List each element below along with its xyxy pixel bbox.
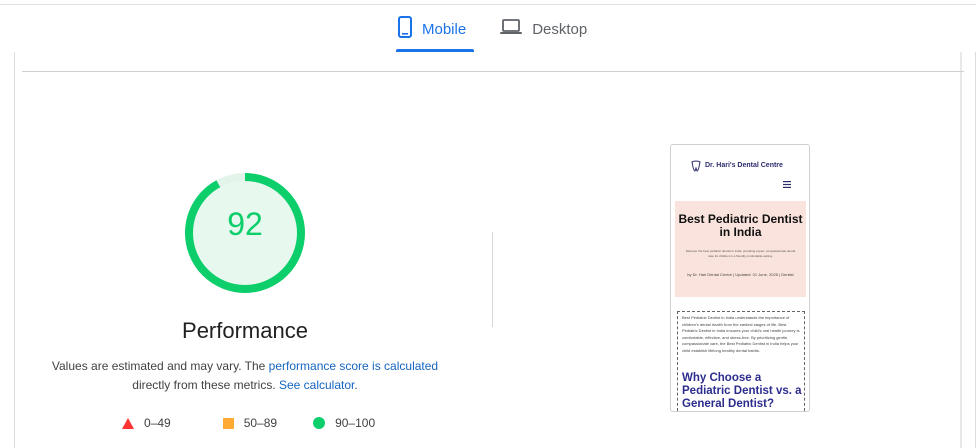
performance-score-link[interactable]: performance score is calculated xyxy=(269,359,438,373)
legend-label-average: 50–89 xyxy=(243,416,278,430)
performance-score: 92 xyxy=(227,206,263,242)
top-divider xyxy=(0,4,976,5)
vertical-divider xyxy=(492,232,493,327)
preview-hero-subtitle: Discover the best pediatric dentist in I… xyxy=(685,249,796,258)
panel-edge xyxy=(960,52,962,448)
device-tabs: Mobile Desktop xyxy=(396,14,589,44)
desc-suffix: . xyxy=(354,378,358,392)
preview-body-text: Best Pediatric Dentist in India understa… xyxy=(682,315,800,353)
tab-mobile-label: Mobile xyxy=(422,20,467,38)
legend-item-fail: 0–49 xyxy=(122,416,171,430)
hamburger-icon xyxy=(783,181,791,190)
see-calculator-link[interactable]: See calculator xyxy=(279,378,354,392)
performance-title: Performance xyxy=(182,318,308,343)
desc-mid: directly from these metrics. xyxy=(132,378,279,392)
laptop-icon xyxy=(500,19,523,39)
tooth-logo-icon xyxy=(691,159,701,172)
smartphone-icon xyxy=(398,16,412,42)
performance-description: Values are estimated and may vary. The p… xyxy=(40,357,450,395)
preview-logo-text: Dr. Hari's Dental Centre xyxy=(705,161,783,169)
square-icon xyxy=(222,417,234,429)
score-legend: 0–49 50–89 90–100 xyxy=(122,416,375,430)
preview-hero-meta: by Dr. Hari Dental Centre | Updated: 01 … xyxy=(687,272,794,277)
panel-divider xyxy=(22,71,964,72)
tab-desktop[interactable]: Desktop xyxy=(498,14,589,44)
preview-content: Best Pediatric Dentist in India understa… xyxy=(677,311,805,411)
preview-hero-title: Best Pediatric Dentist in India xyxy=(678,212,803,239)
circle-icon xyxy=(313,417,326,429)
legend-item-average: 50–89 xyxy=(222,416,278,430)
tab-desktop-label: Desktop xyxy=(532,20,588,38)
preview-hero: Best Pediatric Dentist in India Discover… xyxy=(675,201,806,297)
tab-mobile[interactable]: Mobile xyxy=(396,14,468,44)
desc-prefix: Values are estimated and may vary. The xyxy=(51,359,269,373)
preview-logo: Dr. Hari's Dental Centre xyxy=(691,159,783,172)
legend-label-fail: 0–49 xyxy=(144,416,171,430)
page-screenshot-preview[interactable]: Dr. Hari's Dental Centre Best Pediatric … xyxy=(670,144,810,412)
preview-body-heading: Why Choose a Pediatric Dentist vs. a Gen… xyxy=(682,372,802,410)
legend-label-pass: 90–100 xyxy=(335,416,376,430)
legend-item-pass: 90–100 xyxy=(313,416,375,430)
triangle-icon xyxy=(122,417,134,429)
